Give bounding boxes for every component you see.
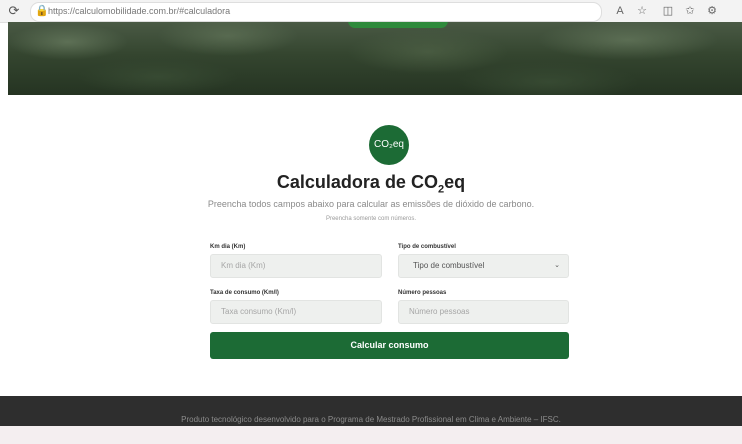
calculate-button[interactable]: Calcular consumo xyxy=(210,332,569,359)
people-input[interactable]: Número pessoas xyxy=(398,300,569,324)
split-screen-icon[interactable]: ◫ xyxy=(660,3,676,19)
chevron-down-icon: ⌄ xyxy=(554,262,560,269)
lock-icon[interactable]: 🔒 xyxy=(35,3,49,19)
browser-toolbar: ⟳ 🔒 https://calculomobilidade.com.br/#ca… xyxy=(0,0,742,23)
footer-text: Produto tecnológico desenvolvido para o … xyxy=(181,415,561,424)
people-label: Número pessoas xyxy=(398,290,447,296)
page: ⟳ 🔒 https://calculomobilidade.com.br/#ca… xyxy=(0,0,742,426)
refresh-icon[interactable]: ⟳ xyxy=(6,3,22,19)
km-label: Km dia (Km) xyxy=(210,244,246,250)
url-text: https://calculomobilidade.com.br/#calcul… xyxy=(48,6,231,16)
hero-forest-banner xyxy=(8,22,742,95)
km-input[interactable]: Km dia (Km) xyxy=(210,254,382,278)
numbers-only-note: Preencha somente com números. xyxy=(325,216,417,222)
extensions-icon[interactable]: ⚙ xyxy=(704,3,720,19)
hero-button[interactable] xyxy=(348,22,448,28)
page-subtitle: Preencha todos campos abaixo para calcul… xyxy=(207,199,535,209)
fuel-type-value: Tipo de combustível xyxy=(413,261,485,270)
consumption-label: Taxa de consumo (Km/l) xyxy=(210,290,279,296)
fuel-type-label: Tipo de combustível xyxy=(398,244,456,250)
consumption-input[interactable]: Taxa consumo (Km/l) xyxy=(210,300,382,324)
fuel-type-select[interactable]: Tipo de combustível ⌄ xyxy=(398,254,569,278)
read-aloud-icon[interactable]: A xyxy=(612,3,628,19)
footer: Produto tecnológico desenvolvido para o … xyxy=(0,396,742,426)
favorite-icon[interactable]: ☆ xyxy=(634,3,650,19)
page-title: Calculadora de CO2eq xyxy=(276,172,466,196)
collections-icon[interactable]: ✩ xyxy=(682,3,698,19)
co2eq-logo: CO₂eq xyxy=(369,125,409,165)
